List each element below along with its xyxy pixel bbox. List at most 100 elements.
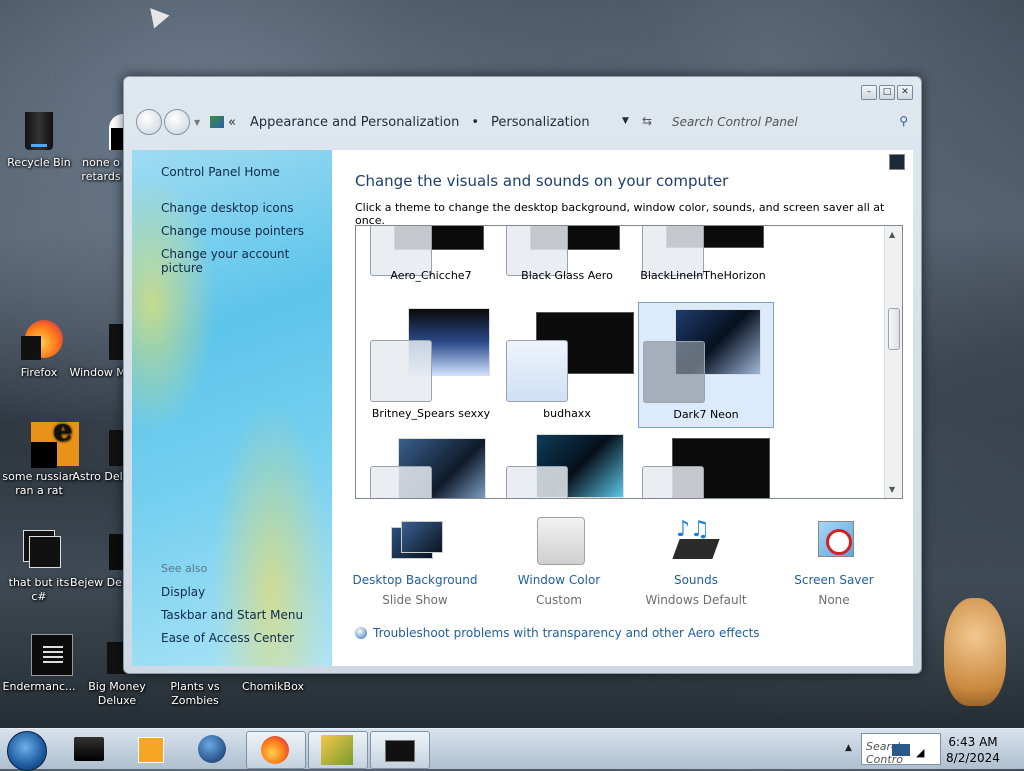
back-button[interactable] <box>136 109 162 135</box>
recent-pages-arrow-icon[interactable]: ▼ <box>194 118 200 127</box>
page-title: Change the visuals and sounds on your co… <box>355 172 729 190</box>
search-input[interactable]: Search Control Panel <box>672 115 798 129</box>
volume-icon[interactable]: ◢ <box>916 746 924 759</box>
theme-item[interactable]: Aero_Chicche7 <box>364 226 498 288</box>
window-color-button[interactable]: Window Color Custom <box>489 517 629 607</box>
window-icon <box>385 740 415 762</box>
screen-saver-icon <box>806 517 862 567</box>
taskbar-app-control-panel[interactable] <box>370 731 430 769</box>
breadcrumb-overflow-icon[interactable]: « <box>228 115 236 130</box>
sidebar-link-display[interactable]: Display <box>161 585 205 599</box>
address-bar[interactable]: « Appearance and Personalization • Perso… <box>210 109 629 135</box>
scroll-thumb[interactable] <box>888 308 900 350</box>
theme-color-swatch <box>642 466 704 498</box>
theme-item-selected[interactable]: Dark7 Neon <box>638 302 774 428</box>
sidebar-link-ease-of-access[interactable]: Ease of Access Center <box>161 631 294 645</box>
sidebar-link-desktop-icons[interactable]: Change desktop icons <box>161 201 294 215</box>
desktop-icon-label: ChomikBox <box>242 680 304 693</box>
system-clock[interactable]: 6:43 AM 8/2/2024 <box>945 734 1001 766</box>
refresh-icon[interactable]: ⇆ <box>642 114 652 128</box>
sidebar-home-link[interactable]: Control Panel Home <box>161 165 280 179</box>
theme-name: Dark7 Neon <box>673 408 739 421</box>
taskbar: ▲ Search Contro ◢ 6:43 AM 8/2/2024 <box>0 728 1024 771</box>
recycle-bin-icon <box>17 108 61 152</box>
minimize-button[interactable]: – <box>861 85 877 100</box>
scroll-down-arrow-icon[interactable]: ▼ <box>889 485 895 494</box>
theme-item[interactable] <box>636 432 770 498</box>
troubleshoot-icon <box>355 627 367 639</box>
folder-icon <box>79 108 135 152</box>
theme-item[interactable] <box>364 432 498 498</box>
sidebar-link-account-picture[interactable]: Change your account picture <box>161 247 332 275</box>
sidebar-link-taskbar[interactable]: Taskbar and Start Menu <box>161 608 303 622</box>
breadcrumb-separator-icon: • <box>471 114 479 130</box>
windows-media-icon <box>79 318 135 362</box>
window-color-value: Custom <box>536 593 582 607</box>
theme-name: Aero_Chicche7 <box>390 269 472 282</box>
copy-icon <box>17 528 61 572</box>
clock-date: 8/2/2024 <box>946 751 1000 765</box>
breadcrumb-appearance[interactable]: Appearance and Personalization <box>250 115 459 130</box>
search-box[interactable]: Search Control Panel ⚲ <box>672 111 912 133</box>
desktop-icon-label: Endermanc... <box>2 680 76 693</box>
theme-item[interactable]: Black Glass Aero <box>500 226 634 288</box>
taskbar-app-firefox[interactable] <box>246 731 306 769</box>
control-panel-icon <box>210 116 224 128</box>
control-panel-window: – □ ✕ ▼ « Appearance and Personalization… <box>123 76 922 674</box>
theme-item[interactable]: budhaxx <box>500 302 634 426</box>
theme-name: budhaxx <box>543 407 591 420</box>
scroll-up-arrow-icon[interactable]: ▲ <box>889 230 895 239</box>
theme-item[interactable]: BlackLineInTheHorizon <box>636 226 770 288</box>
page-subtitle: Click a theme to change the desktop back… <box>355 201 885 227</box>
network-icon[interactable] <box>892 744 910 756</box>
app-box-icon <box>74 737 104 761</box>
sounds-icon: ♪♫ <box>668 517 724 567</box>
tray-expand-icon[interactable]: ▲ <box>845 743 852 753</box>
globe-icon <box>198 735 226 763</box>
desktop-background-button[interactable]: Desktop Background Slide Show <box>345 517 485 607</box>
theme-list[interactable]: Aero_Chicche7 Black Glass Aero BlackLine… <box>355 225 903 499</box>
window-color-icon <box>531 517 587 567</box>
desktop-icon-label: Plants vs Zombies <box>170 680 220 707</box>
desktop-icon-label: Big Money Deluxe <box>88 680 146 707</box>
theme-color-swatch <box>370 340 432 402</box>
close-button[interactable]: ✕ <box>897 85 913 100</box>
theme-color-swatch <box>506 466 568 498</box>
breadcrumb-personalization[interactable]: Personalization <box>491 115 590 130</box>
screen-saver-button[interactable]: Screen Saver None <box>764 517 904 607</box>
tray-search[interactable]: Search Contro ◢ <box>861 733 941 766</box>
firefox-icon <box>261 736 289 764</box>
help-icon[interactable] <box>889 154 905 170</box>
caption-buttons: – □ ✕ <box>861 85 913 100</box>
sidebar-link-mouse-pointers[interactable]: Change mouse pointers <box>161 224 304 238</box>
theme-name: Black Glass Aero <box>521 269 613 282</box>
troubleshoot-link[interactable]: Troubleshoot problems with transparency … <box>355 626 760 640</box>
bejeweled-icon <box>79 528 137 572</box>
screen-saver-value: None <box>818 593 850 607</box>
forward-button[interactable] <box>164 109 190 135</box>
theme-name: Britney_Spears sexxy <box>371 407 491 420</box>
taskbar-app-2[interactable] <box>122 731 180 767</box>
content-pane: Change the visuals and sounds on your co… <box>332 150 913 666</box>
taskbar-app-3[interactable] <box>184 731 242 767</box>
theme-item[interactable] <box>500 430 634 498</box>
theme-item[interactable]: Britney_Spears sexxy <box>364 302 498 426</box>
taskbar-app-1[interactable] <box>60 731 118 767</box>
maximize-button[interactable]: □ <box>879 85 895 100</box>
theme-list-scrollbar[interactable]: ▲ ▼ <box>884 226 902 498</box>
desktop-icon-endermanch[interactable]: Endermanc... <box>0 632 78 694</box>
desktop-background-icon <box>387 517 443 567</box>
theme-color-swatch <box>506 340 568 402</box>
mouse-cursor-icon <box>142 1 170 29</box>
address-dropdown-icon[interactable]: ▼ <box>622 116 629 126</box>
desktop-background-value: Slide Show <box>382 593 448 607</box>
search-icon[interactable]: ⚲ <box>899 114 908 128</box>
firefox-icon <box>17 318 63 362</box>
sounds-button[interactable]: ♪♫ Sounds Windows Default <box>626 517 766 607</box>
screen-saver-label: Screen Saver <box>794 573 874 587</box>
troubleshoot-text[interactable]: Troubleshoot problems with transparency … <box>373 626 760 640</box>
astro-icon <box>79 422 135 466</box>
taskbar-app-chomikbox[interactable] <box>308 731 368 769</box>
desktop-background-label: Desktop Background <box>352 573 478 587</box>
start-button[interactable] <box>7 731 47 771</box>
